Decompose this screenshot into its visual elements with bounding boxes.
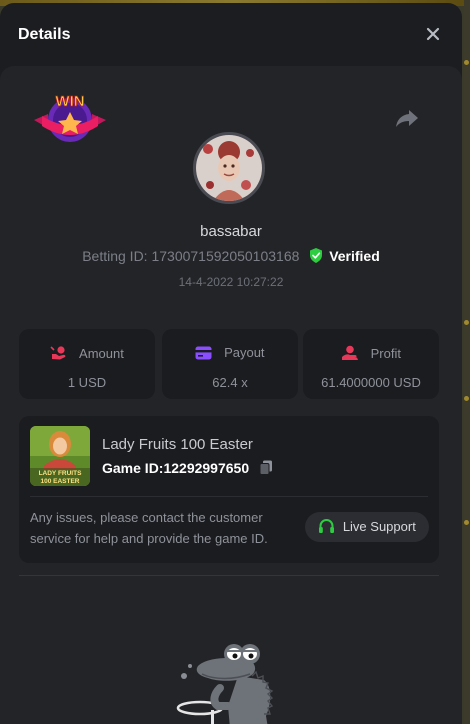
bet-date: 14-4-2022 10:27:22 <box>178 275 284 289</box>
betting-id-row: Betting ID: 1730071592050103168 Verified <box>0 248 462 266</box>
page-scrollbar[interactable] <box>464 0 470 724</box>
live-support-button[interactable]: Live Support <box>305 512 429 542</box>
verified-label: Verified <box>329 248 380 264</box>
win-badge-text: WIN <box>55 93 84 110</box>
stat-payout-value: 62.4 x <box>212 375 248 390</box>
bet-details-panel: WIN bassabar Betting ID: 173007159205010… <box>0 66 462 724</box>
stat-profit: Profit 61.4000000 USD <box>303 329 439 399</box>
game-thumbnail[interactable]: LADY FRUITS 100 EASTER <box>30 426 90 486</box>
scrollbar-marker <box>464 320 469 325</box>
thumb-title-line2: 100 EASTER <box>40 478 79 485</box>
crocodile-mascot <box>168 636 280 724</box>
verified-shield-icon <box>309 248 323 266</box>
hand-coin-icon <box>342 345 359 360</box>
share-icon[interactable] <box>394 106 420 130</box>
stat-payout: Payout 62.4 x <box>162 329 298 399</box>
username: bassabar <box>200 223 262 240</box>
avatar <box>193 132 265 204</box>
thumb-title-line1: LADY FRUITS <box>39 470 83 477</box>
support-text: Any issues, please contact the customer … <box>30 510 268 546</box>
stat-payout-label: Payout <box>224 345 265 360</box>
divider <box>30 496 428 497</box>
modal-header: Details <box>0 3 462 65</box>
scrollbar-marker <box>464 396 469 401</box>
game-card: LADY FRUITS 100 EASTER Lady Fruits 100 E… <box>19 416 439 563</box>
scrollbar-marker <box>464 60 469 65</box>
scrollbar-marker <box>464 520 469 525</box>
game-id: Game ID:12292997650 <box>102 460 250 476</box>
stat-amount-label: Amount <box>79 346 124 361</box>
copy-icon[interactable] <box>259 460 273 479</box>
stat-amount: Amount 1 USD <box>19 329 155 399</box>
stat-profit-value: 61.4000000 USD <box>321 375 421 390</box>
stat-amount-value: 1 USD <box>67 375 107 390</box>
money-bag-icon <box>50 346 66 360</box>
stat-profit-label: Profit <box>370 346 401 361</box>
modal-title: Details <box>18 26 71 43</box>
separator-line <box>19 575 439 576</box>
headset-icon <box>319 519 335 533</box>
game-name[interactable]: Lady Fruits 100 Easter <box>102 436 253 453</box>
details-modal: Details WIN bassabar Betting ID: 1730071… <box>0 3 462 724</box>
game-id-row: Game ID:12292997650 <box>102 460 273 479</box>
betting-id: Betting ID: 1730071592050103168 <box>82 248 300 264</box>
close-icon[interactable] <box>422 23 444 45</box>
wallet-card-icon <box>195 346 212 360</box>
win-badge: WIN <box>32 90 112 150</box>
live-support-label: Live Support <box>342 519 416 534</box>
